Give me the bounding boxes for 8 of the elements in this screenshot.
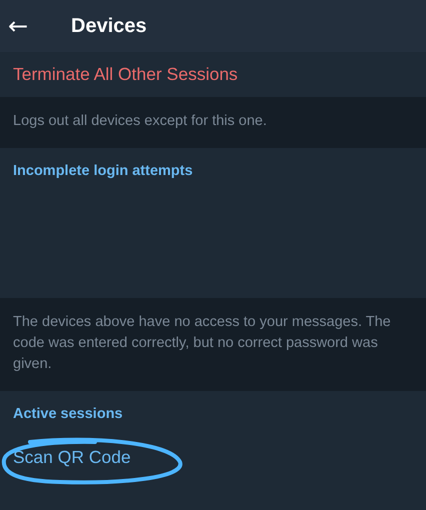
page-title: Devices <box>71 14 147 38</box>
section-heading: Incomplete login attempts <box>13 163 193 179</box>
info-text: Logs out all devices except for this one. <box>13 112 268 131</box>
back-button[interactable]: ← <box>0 12 44 40</box>
terminate-sessions-button[interactable]: Terminate All Other Sessions <box>13 52 238 97</box>
section-heading: Active sessions <box>13 406 123 422</box>
info-text: The devices above have no access to your messages. The code was entered correctly, but no correct password was given. <box>13 313 392 374</box>
scan-qr-link[interactable]: Scan QR Code <box>13 441 131 474</box>
